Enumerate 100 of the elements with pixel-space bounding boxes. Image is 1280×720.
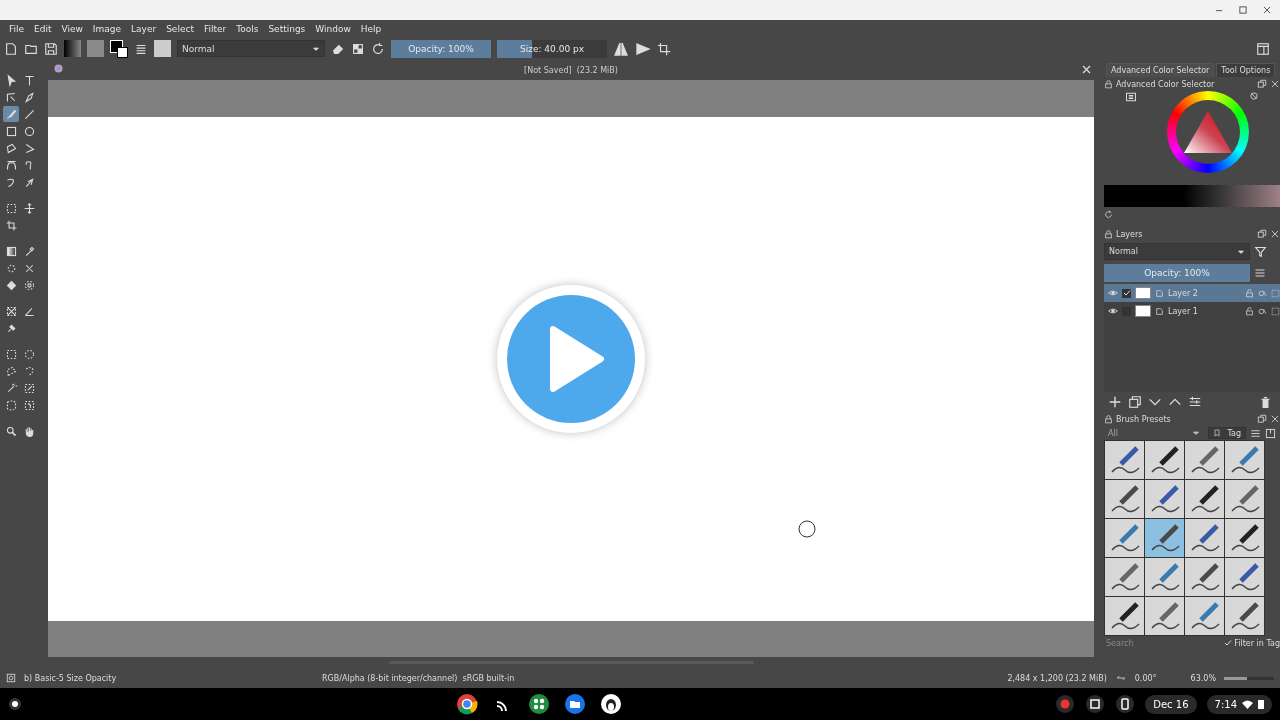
zoom-value: 63.0% bbox=[1190, 673, 1216, 683]
line-icon bbox=[22, 107, 36, 121]
layer-opacity-slider[interactable]: Opacity: 100% bbox=[1104, 264, 1250, 282]
pen-nib-icon bbox=[22, 90, 36, 104]
docker-tab[interactable]: Advanced Color Selector bbox=[1106, 63, 1215, 77]
pen-stroke-icon bbox=[1188, 522, 1221, 554]
checkerboard-icon[interactable] bbox=[351, 41, 365, 56]
alpha-icon[interactable] bbox=[1258, 288, 1267, 298]
layer-row[interactable]: Layer 2 bbox=[1104, 284, 1280, 302]
app-logo-icon bbox=[54, 64, 63, 73]
brush-preset[interactable] bbox=[1105, 480, 1144, 518]
gradient-swatch[interactable] bbox=[64, 40, 81, 57]
search-field[interactable]: Search bbox=[1104, 638, 1178, 648]
foreground-background-colors[interactable] bbox=[110, 39, 128, 58]
menu-item[interactable]: Help bbox=[355, 23, 387, 34]
brush-preset[interactable] bbox=[1105, 597, 1144, 635]
screenshot-icon[interactable] bbox=[1085, 694, 1106, 714]
eye-icon[interactable] bbox=[1108, 306, 1118, 316]
rect-select-icon bbox=[4, 347, 18, 361]
docker-tab[interactable]: Tool Options bbox=[1216, 63, 1276, 77]
play-button[interactable] bbox=[497, 285, 645, 433]
canvas-page[interactable] bbox=[48, 117, 1094, 621]
brush-preset[interactable] bbox=[1225, 519, 1264, 557]
menu-item[interactable]: Window bbox=[310, 23, 356, 34]
float-icon[interactable] bbox=[1257, 79, 1267, 89]
menu-item[interactable]: View bbox=[56, 23, 88, 34]
lock-icon bbox=[1104, 79, 1113, 89]
paint-bucket-icon bbox=[4, 278, 18, 292]
play-icon bbox=[507, 295, 635, 423]
pen-stroke-icon bbox=[1188, 600, 1221, 632]
phone-icon[interactable] bbox=[1115, 694, 1136, 714]
float-icon[interactable] bbox=[1257, 229, 1267, 239]
pen-stroke-icon bbox=[1148, 561, 1181, 593]
apps-grid-icon[interactable] bbox=[527, 693, 550, 715]
rectangle-icon bbox=[4, 124, 18, 138]
menu-item[interactable]: Select bbox=[161, 23, 199, 34]
pen-stroke-icon bbox=[1188, 444, 1221, 476]
color-triangle[interactable] bbox=[1182, 109, 1234, 155]
menu-item[interactable]: Edit bbox=[29, 23, 57, 34]
launcher-icon[interactable] bbox=[8, 697, 22, 711]
mirror-vertical-icon[interactable] bbox=[635, 40, 651, 57]
tag-dropdown[interactable]: Tag bbox=[1208, 427, 1246, 439]
brush-preset[interactable] bbox=[1225, 597, 1264, 635]
alpha-icon[interactable] bbox=[1258, 306, 1267, 316]
refresh-icon[interactable] bbox=[1104, 209, 1113, 219]
save-icon[interactable] bbox=[1265, 427, 1276, 439]
block-icon[interactable] bbox=[1249, 91, 1259, 101]
brush-preset[interactable] bbox=[1185, 558, 1224, 596]
color-history-bars[interactable] bbox=[1104, 185, 1280, 207]
wrap-around-icon[interactable] bbox=[657, 41, 671, 56]
filter-in-tag-checkbox[interactable]: Filter in Tag bbox=[1224, 638, 1280, 648]
bezier-select-icon bbox=[4, 398, 18, 412]
reload-icon[interactable] bbox=[371, 41, 385, 56]
caret-icon bbox=[1192, 429, 1200, 437]
properties-icon[interactable] bbox=[1188, 395, 1202, 409]
save-icon[interactable] bbox=[44, 41, 58, 56]
magnetic-select-icon bbox=[22, 398, 36, 412]
date-display[interactable]: Dec 16 bbox=[1145, 694, 1197, 714]
menu-item[interactable]: Image bbox=[87, 23, 127, 34]
filter-icon[interactable] bbox=[1254, 245, 1267, 258]
tool-button[interactable] bbox=[3, 106, 19, 122]
settings-list-icon[interactable] bbox=[1125, 91, 1137, 103]
menu-item[interactable]: Layer bbox=[126, 23, 162, 34]
duplicate-icon[interactable] bbox=[1128, 395, 1142, 409]
mirror-horizontal-icon[interactable] bbox=[613, 40, 629, 57]
close-icon[interactable] bbox=[1262, 5, 1272, 15]
pen-stroke-icon bbox=[1108, 444, 1141, 476]
menu-icon[interactable] bbox=[1250, 427, 1261, 439]
files-icon[interactable] bbox=[563, 693, 586, 715]
opacity-slider[interactable]: Opacity: 100% bbox=[391, 39, 491, 58]
brush-preset-swatch[interactable] bbox=[154, 40, 171, 57]
menu-item[interactable]: File bbox=[4, 23, 30, 34]
rotation-value: 0.00° bbox=[1134, 673, 1157, 683]
penguin-icon[interactable] bbox=[599, 693, 622, 715]
checkmark-icon bbox=[1122, 289, 1131, 297]
brush-name: b) Basic-5 Size Opacity bbox=[24, 673, 118, 683]
layer-checkbox[interactable] bbox=[1122, 288, 1131, 298]
menu-item[interactable]: Filter bbox=[198, 23, 232, 34]
browser-icon[interactable] bbox=[455, 693, 478, 715]
trash-icon[interactable] bbox=[1259, 395, 1272, 409]
menu-item[interactable]: Tools bbox=[231, 23, 264, 34]
eye-icon[interactable] bbox=[1108, 288, 1118, 298]
brush-preset[interactable] bbox=[1145, 441, 1184, 479]
zoom-slider[interactable] bbox=[1224, 676, 1274, 680]
brush-preset[interactable] bbox=[1185, 480, 1224, 518]
new-document-icon[interactable] bbox=[4, 41, 18, 56]
float-icon[interactable] bbox=[1257, 414, 1267, 424]
lock-icon[interactable] bbox=[1245, 306, 1254, 316]
add-icon[interactable] bbox=[1108, 395, 1122, 409]
panel-title: Brush Presets bbox=[1116, 414, 1172, 424]
clock-display[interactable]: 7:14 bbox=[1206, 694, 1272, 714]
layer-blend-dropdown[interactable]: Normal bbox=[1104, 243, 1250, 260]
blend-mode-dropdown[interactable]: Normal bbox=[177, 40, 325, 57]
layer-row[interactable]: Layer 1 bbox=[1104, 302, 1280, 320]
menu-item[interactable]: Settings bbox=[263, 23, 311, 34]
menu-icon[interactable] bbox=[1254, 267, 1266, 279]
maximize-icon[interactable] bbox=[1238, 5, 1248, 15]
pattern-swatch[interactable] bbox=[87, 40, 104, 57]
record-icon[interactable] bbox=[1055, 694, 1076, 714]
workspace-icon[interactable] bbox=[1256, 41, 1270, 56]
